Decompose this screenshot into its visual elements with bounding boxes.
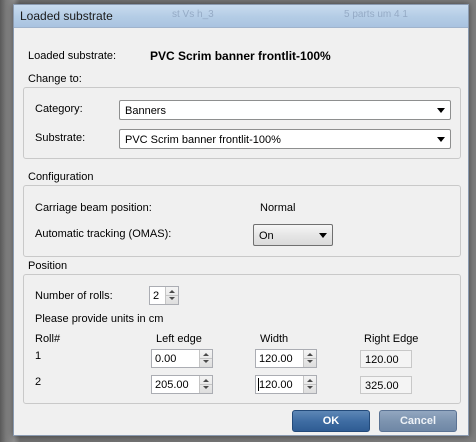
right-edge-field: 325.00 — [360, 376, 412, 394]
stepper-buttons[interactable] — [199, 376, 212, 393]
column-header-roll: Roll# — [35, 333, 61, 345]
right-edge-value: 325.00 — [365, 380, 399, 392]
automatic-tracking-dropdown[interactable]: On — [253, 224, 333, 246]
category-label: Category: — [35, 103, 83, 115]
title-bar[interactable]: Loaded substrate st Vs h_3 5 parts um 4 … — [14, 5, 468, 28]
substrate-label: Substrate: — [35, 132, 86, 144]
title-bar-ghost-text: st Vs h_3 — [172, 9, 214, 20]
change-to-group-label: Change to: — [28, 73, 82, 85]
automatic-tracking-value: On — [259, 230, 274, 242]
loaded-substrate-value: PVC Scrim banner frontlit-100% — [150, 49, 331, 63]
number-of-rolls-value: 2 — [153, 290, 160, 302]
loaded-substrate-label: Loaded substrate: — [28, 50, 117, 62]
configuration-group-label: Configuration — [28, 171, 94, 183]
change-to-group: Category: Banners Substrate: PVC Scrim b… — [23, 87, 461, 159]
chevron-up-icon — [203, 353, 209, 356]
chevron-down-icon — [203, 360, 209, 363]
window-title: Loaded substrate — [20, 9, 113, 23]
table-row-roll-number: 2 — [35, 376, 42, 388]
number-of-rolls-label: Number of rolls: — [35, 290, 113, 302]
chevron-up-icon — [203, 379, 209, 382]
chevron-down-icon — [437, 108, 445, 113]
ok-button[interactable]: OK — [292, 410, 370, 432]
width-input[interactable]: 120.00 — [255, 349, 317, 368]
right-edge-value: 120.00 — [365, 354, 399, 366]
stepper-buttons[interactable] — [165, 287, 178, 304]
chevron-down-icon — [169, 297, 175, 300]
chevron-up-icon — [307, 353, 313, 356]
right-edge-field: 120.00 — [360, 350, 412, 368]
loaded-substrate-dialog: Loaded substrate st Vs h_3 5 parts um 4 … — [13, 4, 469, 436]
chevron-down-icon — [307, 360, 313, 363]
column-header-left-edge: Left edge — [156, 333, 202, 345]
units-note: Please provide units in cm — [35, 313, 164, 325]
carriage-beam-label: Carriage beam position: — [35, 202, 152, 214]
left-edge-input[interactable]: 0.00 — [151, 349, 213, 368]
stepper-buttons[interactable] — [199, 350, 212, 367]
substrate-dropdown[interactable]: PVC Scrim banner frontlit-100% — [119, 129, 451, 149]
stepper-buttons[interactable] — [303, 376, 316, 393]
column-header-right-edge: Right Edge — [364, 333, 419, 345]
table-row-roll-number: 1 — [35, 350, 42, 362]
title-bar-ghost-text: 5 parts um 4 1 — [344, 9, 408, 20]
position-group-label: Position — [28, 260, 68, 272]
automatic-tracking-label: Automatic tracking (OMAS): — [35, 228, 172, 240]
width-value: 120.00 — [259, 379, 293, 391]
left-edge-value: 205.00 — [155, 379, 189, 391]
configuration-group: Carriage beam position: Normal Automatic… — [23, 185, 461, 257]
stepper-buttons[interactable] — [303, 350, 316, 367]
number-of-rolls-stepper[interactable]: 2 — [149, 286, 179, 305]
left-edge-value: 0.00 — [155, 353, 177, 365]
chevron-up-icon — [169, 290, 175, 293]
chevron-up-icon — [307, 379, 313, 382]
chevron-down-icon — [319, 233, 327, 238]
dialog-body: Loaded substrate: PVC Scrim banner front… — [18, 28, 464, 433]
substrate-value: PVC Scrim banner frontlit-100% — [125, 134, 281, 146]
position-group: Number of rolls: 2 Please provide units … — [23, 274, 461, 404]
chevron-down-icon — [307, 386, 313, 389]
carriage-beam-value: Normal — [260, 202, 296, 214]
category-dropdown[interactable]: Banners — [119, 100, 451, 120]
category-value: Banners — [125, 105, 166, 117]
width-input[interactable]: 120.00 — [255, 375, 317, 394]
cancel-button[interactable]: Cancel — [379, 410, 457, 432]
left-edge-input[interactable]: 205.00 — [151, 375, 213, 394]
column-header-width: Width — [260, 333, 289, 345]
chevron-down-icon — [203, 386, 209, 389]
chevron-down-icon — [437, 137, 445, 142]
width-value: 120.00 — [259, 353, 293, 365]
